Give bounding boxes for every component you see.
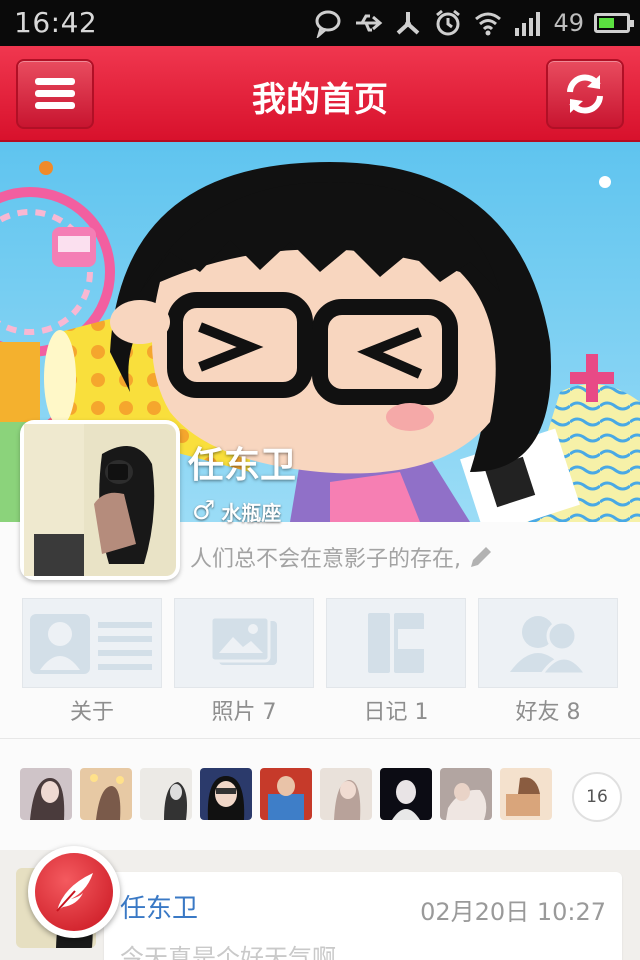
tile-photos-label: 照片 7 — [211, 700, 277, 725]
chat-icon — [315, 10, 341, 38]
tile-diary[interactable]: 日记 1 — [326, 598, 466, 726]
feed-text: 今天真是个好天气啊 — [120, 944, 336, 960]
friend-avatar[interactable] — [380, 768, 432, 820]
about-icon — [30, 614, 152, 674]
signature-text: 人们总不会在意影子的存在, — [190, 547, 461, 572]
friend-avatar[interactable] — [140, 768, 192, 820]
zodiac-label: 水瓶座 — [221, 500, 282, 525]
feed-author-name[interactable]: 任东卫 — [120, 888, 198, 925]
usb-icon — [356, 14, 383, 32]
friend-avatar[interactable] — [20, 768, 72, 820]
refresh-button[interactable] — [546, 59, 624, 129]
connection-icon — [397, 12, 420, 35]
tile-diary-label: 日记 1 — [363, 700, 429, 725]
tile-diary-box[interactable] — [326, 598, 466, 688]
profile-avatar[interactable] — [20, 420, 180, 584]
battery-fill — [599, 18, 614, 28]
status-bar: 16:42 49 — [0, 0, 640, 46]
friends-icon — [510, 616, 588, 674]
friend-avatar[interactable] — [320, 768, 372, 820]
friend-avatar[interactable] — [200, 768, 252, 820]
profile-zodiac: ♂ 水瓶座 — [192, 496, 281, 526]
refresh-icon — [567, 74, 603, 114]
tile-friends-label: 好友 8 — [515, 700, 581, 725]
alarm-icon — [436, 9, 461, 36]
feed-timestamp: 02月20日 10:27 — [420, 898, 606, 926]
friend-avatar[interactable] — [500, 768, 552, 820]
status-icons: 49 — [313, 6, 634, 40]
profile-name: 任东卫 — [188, 445, 297, 486]
diary-icon — [368, 613, 424, 673]
battery-icon — [594, 13, 634, 33]
male-icon: ♂ — [192, 496, 216, 526]
edit-pencil-icon[interactable] — [467, 543, 495, 571]
section-divider — [0, 738, 640, 739]
signal-icon — [515, 12, 541, 36]
friend-avatar[interactable] — [260, 768, 312, 820]
tile-about-label: 关于 — [69, 700, 114, 725]
status-time: 16:42 — [14, 6, 98, 39]
compose-button[interactable] — [28, 846, 120, 938]
battery-percent: 49 — [553, 9, 584, 37]
wifi-icon — [475, 12, 502, 36]
tile-photos[interactable]: 照片 7 — [174, 598, 314, 726]
photo-icon — [209, 615, 277, 665]
quill-icon — [56, 873, 93, 912]
tile-friends[interactable]: 好友 8 — [478, 598, 618, 726]
friend-avatar[interactable] — [440, 768, 492, 820]
avatar-photo — [24, 424, 176, 576]
profile-signature[interactable]: 人们总不会在意影子的存在, — [190, 541, 495, 573]
friend-avatar[interactable] — [80, 768, 132, 820]
tile-photos-box[interactable] — [174, 598, 314, 688]
tile-about-box[interactable] — [22, 598, 162, 688]
friends-strip — [20, 768, 552, 820]
profile-tiles: 关于 照片 7 日记 1 好友 8 — [22, 598, 622, 726]
page-title: 我的首页 — [252, 80, 388, 120]
app-header: 我的首页 — [0, 46, 640, 142]
tile-about[interactable]: 关于 — [22, 598, 162, 726]
friends-more-count[interactable]: 16 — [572, 772, 622, 822]
compose-button-inner — [35, 853, 113, 931]
tile-friends-box[interactable] — [478, 598, 618, 688]
